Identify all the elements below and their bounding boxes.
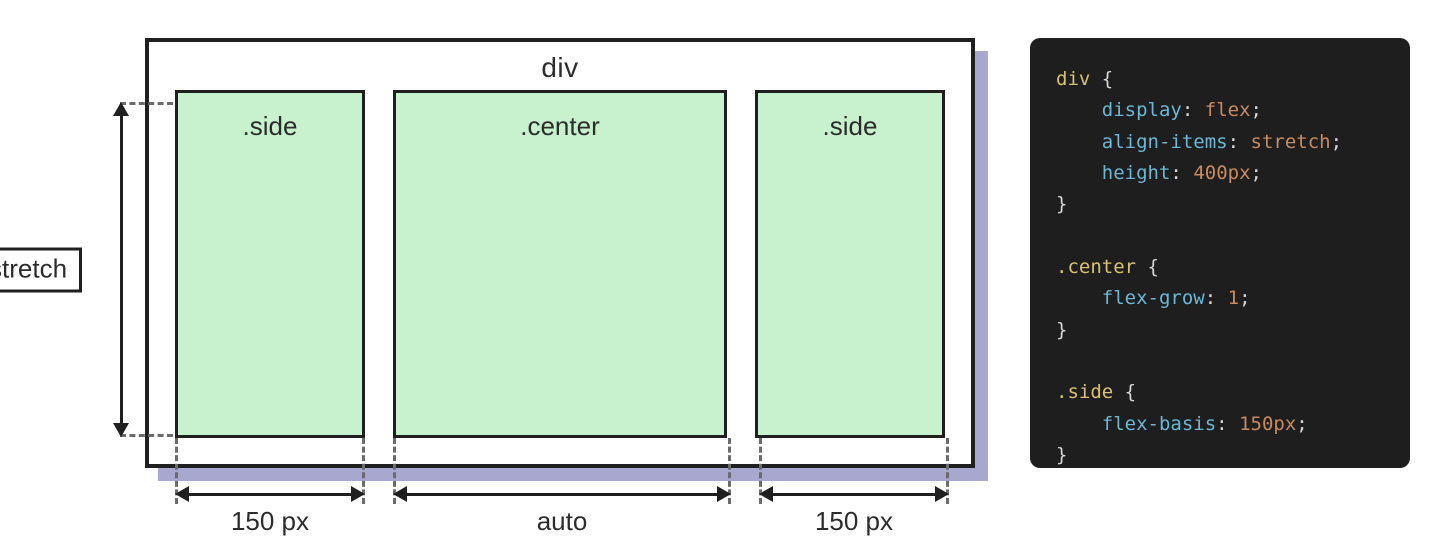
horizontal-measure-label: 150 px [759,506,949,537]
arrow-left-icon [393,486,407,502]
flex-child-center: .center [393,90,727,438]
arrow-left-icon [175,486,189,502]
flex-diagram: div .side .center .side [145,38,975,468]
arrow-up-icon [113,102,129,116]
arrow-left-icon [759,486,773,502]
flex-child-side-right: .side [755,90,945,438]
arrow-right-icon [351,486,365,502]
horizontal-measure-label: auto [393,506,731,537]
horizontal-measures: 150 px auto 150 px [145,468,975,543]
flex-container: div .side .center .side [145,38,975,468]
container-label: div [149,42,971,90]
css-code-block: div { display: flex; align-items: stretc… [1030,38,1410,468]
arrow-down-icon [113,423,129,437]
horizontal-measure-label: 150 px [175,506,365,537]
arrow-line [181,493,359,496]
horizontal-measure-side-left: 150 px [175,468,365,528]
arrow-line [399,493,725,496]
arrow-right-icon [935,486,949,502]
vertical-measure-label: stretch [0,247,82,292]
flex-child-side-left: .side [175,90,365,438]
arrow-line [765,493,943,496]
arrow-right-icon [717,486,731,502]
horizontal-measure-center: auto [393,468,731,528]
horizontal-measure-side-right: 150 px [759,468,949,528]
flex-children-row: .side .center .side [149,90,971,464]
arrow-line [120,106,123,433]
vertical-measure: stretch [90,102,145,437]
